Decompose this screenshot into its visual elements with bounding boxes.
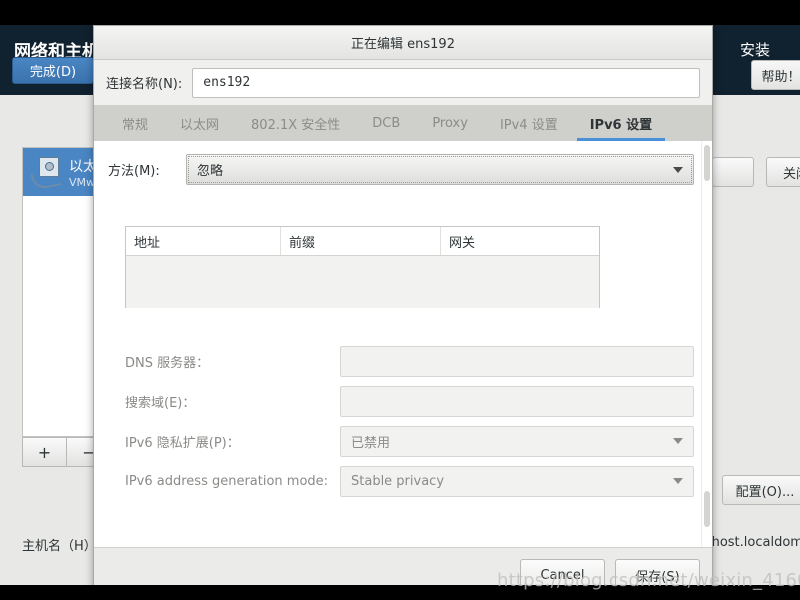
connection-name-input[interactable]: ens192 xyxy=(192,67,700,98)
installer-label: 安装 xyxy=(740,41,771,59)
chevron-down-icon xyxy=(673,478,683,484)
method-label: 方法(M): xyxy=(108,164,160,179)
ipv6-privacy-select[interactable]: 已禁用 xyxy=(340,425,694,457)
ipv6-settings-panel: 方法(M): 忽略 地址 前缀 网关 Add 删除(D) DNS 服务 xyxy=(94,141,712,547)
address-generation-mode-select[interactable]: Stable privacy xyxy=(340,465,694,497)
tab-proxy[interactable]: Proxy xyxy=(416,105,484,141)
dns-servers-label: DNS 服务器： xyxy=(125,355,210,371)
table-header-row: 地址 前缀 网关 xyxy=(126,227,599,256)
dialog-tabbar: 常规 以太网 802.1X 安全性 DCB Proxy IPv4 设置 IPv6… xyxy=(94,105,712,141)
connection-name-row: 连接名称(N): ens192 xyxy=(94,60,712,105)
tab-8021x-security[interactable]: 802.1X 安全性 xyxy=(235,105,356,141)
dialog-titlebar: 正在编辑 ens192 xyxy=(94,26,712,60)
panel-scrollbar[interactable] xyxy=(701,141,712,547)
tab-general[interactable]: 常规 xyxy=(106,105,164,141)
scrollbar-thumb-lower[interactable] xyxy=(704,491,710,527)
done-button[interactable]: 完成(D) xyxy=(12,57,94,84)
dns-servers-input[interactable] xyxy=(340,345,694,377)
secondary-button[interactable] xyxy=(712,157,754,187)
search-domains-input[interactable] xyxy=(340,385,694,417)
ethernet-icon xyxy=(30,155,65,191)
method-row: 方法(M): 忽略 xyxy=(108,154,694,185)
tab-ipv4-settings[interactable]: IPv4 设置 xyxy=(484,105,574,141)
table-body xyxy=(126,256,599,308)
connection-name-field-label: 连接名称(N): xyxy=(106,77,183,92)
column-header-gateway: 网关 xyxy=(449,235,476,251)
screen: 网络和主机 安装 完成(D) 帮助！ 以太 VMw + − 主机名（H） alh… xyxy=(0,0,800,600)
edit-connection-dialog: 正在编辑 ens192 连接名称(N): ens192 常规 以太网 802.1… xyxy=(93,25,713,600)
scrollbar-thumb-upper[interactable] xyxy=(704,145,710,181)
address-generation-mode-value: Stable privacy xyxy=(351,473,445,489)
hostname-value: alhost.localdoma xyxy=(700,535,800,550)
tab-ethernet[interactable]: 以太网 xyxy=(164,105,235,141)
configure-button[interactable]: 配置(O)... xyxy=(722,475,800,505)
hostname-label: 主机名（H） xyxy=(22,539,97,554)
ipv6-privacy-row: IPv6 隐私扩展(P)： 已禁用 xyxy=(125,425,694,457)
tab-ipv6-settings[interactable]: IPv6 设置 xyxy=(573,105,669,141)
address-generation-mode-label: IPv6 address generation mode: xyxy=(125,473,329,489)
help-button[interactable]: 帮助！ xyxy=(751,60,800,90)
chevron-down-icon xyxy=(673,166,683,173)
close-button[interactable]: 关闭 xyxy=(766,157,800,187)
column-header-prefix: 前缀 xyxy=(281,227,441,255)
search-domains-row: 搜索域(E)： xyxy=(125,385,694,417)
method-selected-value: 忽略 xyxy=(197,164,224,179)
ipv6-privacy-label: IPv6 隐私扩展(P)： xyxy=(125,435,240,451)
add-connection-button[interactable]: + xyxy=(22,437,67,467)
screen-top-border xyxy=(0,0,800,25)
ipv6-privacy-value: 已禁用 xyxy=(351,435,391,451)
chevron-down-icon xyxy=(673,438,683,444)
column-header-address: 地址 xyxy=(126,227,281,255)
screen-bottom-border xyxy=(0,585,800,600)
dns-servers-row: DNS 服务器： xyxy=(125,345,694,377)
address-table[interactable]: 地址 前缀 网关 xyxy=(125,226,600,308)
dialog-title: 正在编辑 ens192 xyxy=(351,37,455,52)
search-domains-label: 搜索域(E)： xyxy=(125,395,196,411)
method-select[interactable]: 忽略 xyxy=(186,154,694,185)
tab-dcb[interactable]: DCB xyxy=(356,105,416,141)
address-generation-mode-row: IPv6 address generation mode: Stable pri… xyxy=(125,465,694,497)
